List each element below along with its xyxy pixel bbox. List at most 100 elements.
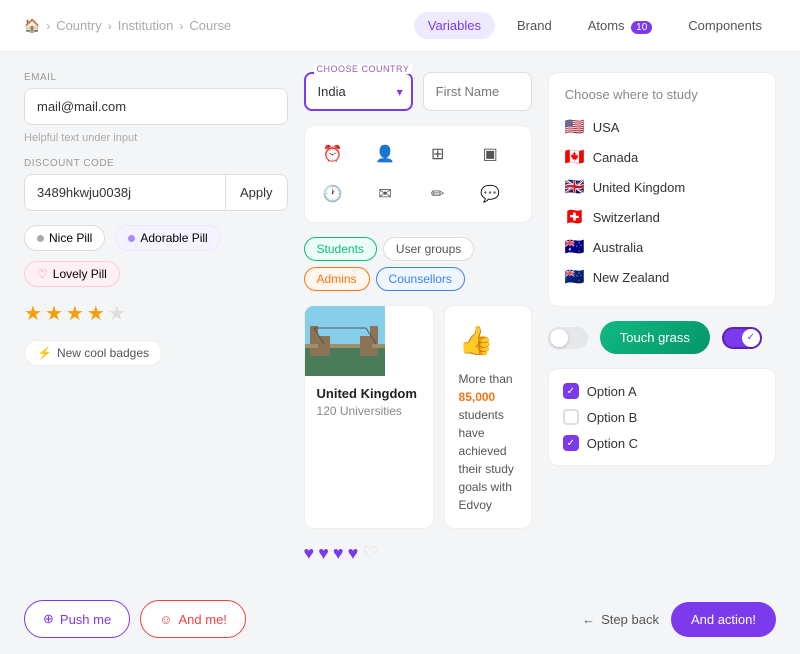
icon-chat[interactable]: 💬 — [474, 178, 506, 210]
badge-row: ⚡ New cool badges — [24, 340, 288, 366]
badge-btn-label: New cool badges — [57, 346, 149, 360]
step-back-button[interactable]: ← Step back — [582, 612, 659, 627]
icon-pen[interactable]: ✏ — [422, 178, 454, 210]
checkbox-option-b[interactable]: Option B — [563, 409, 761, 425]
column-2: CHOOSE COUNTRY India UK USA ▾ ⏰ 👤 ⊞ ▣ 🕐 … — [304, 72, 532, 564]
tag-admins[interactable]: Admins — [304, 267, 370, 291]
star-4[interactable]: ★ — [87, 301, 105, 326]
thumbsup-icon: 👍 — [459, 320, 517, 362]
country-name-uk: United Kingdom — [593, 180, 686, 195]
first-name-group — [423, 72, 532, 111]
breadcrumb-sep-3: › — [179, 19, 183, 33]
checkbox-c-label: Option C — [587, 436, 638, 451]
first-name-field[interactable] — [423, 72, 532, 111]
email-helper: Helpful text under input — [24, 132, 288, 144]
country-uk[interactable]: 🇬🇧 United Kingdom — [565, 172, 759, 202]
country-card-name: United Kingdom — [317, 386, 421, 401]
country-usa[interactable]: 🇺🇸 USA — [565, 112, 759, 142]
smiley-icon: ☺ — [159, 612, 172, 627]
icon-grid[interactable]: ⊞ — [422, 138, 454, 170]
discount-row: Apply — [24, 174, 288, 211]
checkbox-option-a[interactable]: ✓ Option A — [563, 383, 761, 399]
country-canada[interactable]: 🇨🇦 Canada — [565, 142, 759, 172]
icon-layout[interactable]: ▣ — [474, 138, 506, 170]
tags-row: Students User groups Admins Counsellors — [304, 237, 532, 291]
and-me-button[interactable]: ☺ And me! — [140, 600, 246, 638]
main-content: EMAIL Helpful text under input DISCOUNT … — [0, 52, 800, 584]
checkbox-a-box: ✓ — [563, 383, 579, 399]
pill-label-2: Adorable Pill — [140, 231, 207, 245]
push-me-button[interactable]: ⊕ Push me — [24, 600, 130, 638]
country-card-inner — [305, 306, 433, 376]
star-3[interactable]: ★ — [66, 301, 84, 326]
heart-1[interactable]: ♥ — [304, 543, 315, 564]
pills-row: Nice Pill Adorable Pill ♡ Lovely Pill — [24, 225, 288, 287]
icons-grid: ⏰ 👤 ⊞ ▣ 🕐 ✉ ✏ 💬 — [304, 125, 532, 223]
pill-label-3: Lovely Pill — [53, 267, 107, 281]
country-name-usa: USA — [593, 120, 620, 135]
apply-button[interactable]: Apply — [225, 175, 287, 210]
push-icon: ⊕ — [43, 611, 54, 627]
and-action-button[interactable]: And action! — [671, 602, 776, 637]
flag-switzerland: 🇨🇭 — [565, 207, 585, 227]
heart-5[interactable]: ♡ — [362, 543, 378, 564]
icon-user[interactable]: 👤 — [369, 138, 401, 170]
badge-button[interactable]: ⚡ New cool badges — [24, 340, 162, 366]
country-select-group: CHOOSE COUNTRY India UK USA ▾ — [304, 72, 413, 111]
tag-usergroups[interactable]: User groups — [383, 237, 474, 261]
icon-clock[interactable]: 🕐 — [317, 178, 349, 210]
checkbox-b-label: Option B — [587, 410, 638, 425]
discount-input[interactable] — [25, 175, 225, 210]
country-name-newzealand: New Zealand — [593, 270, 670, 285]
flag-australia: 🇦🇺 — [565, 237, 585, 257]
country-name-canada: Canada — [593, 150, 639, 165]
checkbox-option-c[interactable]: ✓ Option C — [563, 435, 761, 451]
touch-grass-button[interactable]: Touch grass — [600, 321, 710, 354]
heart-2[interactable]: ♥ — [318, 543, 329, 564]
star-2[interactable]: ★ — [45, 301, 63, 326]
country-newzealand[interactable]: 🇳🇿 New Zealand — [565, 262, 759, 292]
atoms-badge: 10 — [631, 21, 652, 34]
tag-students[interactable]: Students — [304, 237, 377, 261]
icon-alarm[interactable]: ⏰ — [317, 138, 349, 170]
info-text-before: More than — [459, 372, 513, 386]
country-card[interactable]: United Kingdom 120 Universities — [304, 305, 434, 529]
study-card-title: Choose where to study — [565, 87, 759, 102]
country-label: CHOOSE COUNTRY — [314, 64, 413, 74]
column-1: EMAIL Helpful text under input DISCOUNT … — [24, 72, 288, 564]
tab-atoms[interactable]: Atoms 10 — [574, 12, 667, 39]
country-australia[interactable]: 🇦🇺 Australia — [565, 232, 759, 262]
info-highlight: 85,000 — [459, 390, 496, 404]
pill-dot-1 — [37, 235, 44, 242]
tab-variables[interactable]: Variables — [414, 12, 495, 39]
star-1[interactable]: ★ — [24, 301, 42, 326]
country-select[interactable]: India UK USA — [304, 72, 413, 111]
country-card-unis: 120 Universities — [317, 404, 421, 418]
pill-dot-2 — [128, 235, 135, 242]
hearts-row: ♥ ♥ ♥ ♥ ♡ — [304, 543, 532, 564]
toggles-row: Touch grass — [548, 321, 776, 354]
tag-counsellors[interactable]: Counsellors — [376, 267, 465, 291]
stars-row: ★ ★ ★ ★ ★ — [24, 301, 288, 326]
tab-brand[interactable]: Brand — [503, 12, 566, 39]
lightning-icon: ⚡ — [37, 346, 52, 360]
discount-group: DISCOUNT CODE Apply — [24, 158, 288, 211]
tab-components[interactable]: Components — [674, 12, 776, 39]
cards-row: United Kingdom 120 Universities 👍 More t… — [304, 305, 532, 529]
heart-4[interactable]: ♥ — [348, 543, 359, 564]
pill-lovely[interactable]: ♡ Lovely Pill — [24, 261, 120, 287]
toggle-off[interactable] — [548, 327, 588, 349]
toggle-on[interactable] — [722, 327, 762, 349]
home-icon[interactable]: 🏠 — [24, 18, 40, 34]
heart-3[interactable]: ♥ — [333, 543, 344, 564]
country-switzerland[interactable]: 🇨🇭 Switzerland — [565, 202, 759, 232]
pill-adorable[interactable]: Adorable Pill — [115, 225, 220, 251]
email-label: EMAIL — [24, 72, 288, 83]
star-5[interactable]: ★ — [108, 301, 126, 326]
input-row-top: CHOOSE COUNTRY India UK USA ▾ — [304, 72, 532, 111]
top-bar: 🏠 › Country › Institution › Course Varia… — [0, 0, 800, 52]
email-field[interactable] — [24, 88, 288, 125]
icon-mail[interactable]: ✉ — [369, 178, 401, 210]
pill-nice[interactable]: Nice Pill — [24, 225, 105, 251]
info-card: 👍 More than 85,000 students have achieve… — [444, 305, 532, 529]
